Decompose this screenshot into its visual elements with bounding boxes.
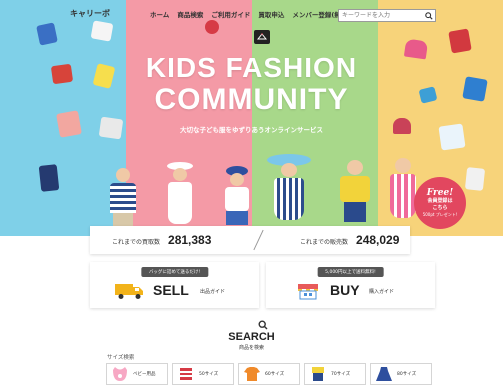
truck-icon [115, 284, 143, 299]
size-option-label: 50サイズ [199, 372, 219, 377]
buy-guide-button[interactable]: 5,000円以上で送料無料! BUY 購入ガイド [266, 262, 435, 308]
stat-purchase-value: 281,383 [168, 233, 212, 247]
child-illustration-2 [165, 162, 195, 228]
size-option-label: 60サイズ [265, 372, 285, 377]
child-illustration-5 [338, 160, 372, 228]
site-logo[interactable]: キャリーボ [70, 8, 110, 19]
hero-subtitle: 大切な子ども服をゆずりあうオンラインサービス [180, 126, 323, 134]
stat-purchase: これまでの買取数 281,383 [112, 233, 211, 247]
orange-shirt-icon [244, 367, 260, 381]
free-badge-line2: 会員登録は [427, 198, 453, 204]
buy-label: BUY [330, 282, 360, 298]
child-illustration-3 [222, 166, 252, 228]
stats-panel: これまでの買取数 281,383 これまでの販売数 248,029 [90, 226, 410, 254]
search-icon[interactable] [423, 10, 435, 21]
keyword-search-input[interactable] [339, 10, 423, 21]
clothing-illustration-10 [448, 28, 472, 54]
sell-note: バッグに詰めて送るだけ! [140, 267, 209, 277]
hero-banner: キャリーボ ホーム 商品検索 ご利用ガイド 買取申込 メンバー登録(無料) KI… [0, 0, 503, 236]
nav-link-product-search[interactable]: 商品検索 [177, 9, 203, 19]
sell-sub-label: 出品ガイド [200, 289, 226, 295]
size-option-70[interactable]: 70サイズ [304, 363, 366, 385]
free-badge-line3: こちら [432, 205, 448, 211]
nav-links: ホーム 商品検索 ご利用ガイド 買取申込 メンバー登録(無料) [150, 9, 350, 19]
clothing-illustration-15 [464, 167, 486, 191]
child-illustration-6 [388, 158, 418, 228]
keyword-search-box [338, 9, 436, 22]
size-option-label: 80サイズ [397, 372, 417, 377]
magnifier-icon [258, 320, 268, 330]
free-badge-line4: 500pt プレゼント! [422, 212, 458, 217]
top-navigation: キャリーボ ホーム 商品検索 ご利用ガイド 買取申込 メンバー登録(無料) [0, 0, 503, 26]
size-search-label: サイズ検索 [107, 355, 135, 361]
child-illustration-1 [108, 168, 138, 228]
stats-divider [253, 229, 264, 251]
bib-icon [113, 367, 127, 381]
hero-title-line1: KIDS FASHION [145, 52, 358, 83]
search-section-title: SEARCH [228, 331, 275, 343]
free-signup-badge[interactable]: Free! 会員登録は こちら 500pt プレゼント! [414, 177, 466, 229]
size-option-50[interactable]: 50サイズ [172, 363, 234, 385]
buy-note: 5,000円以上で送料無料! [317, 267, 384, 277]
size-option-label: ベビー用品 [133, 372, 156, 377]
shop-stall-icon [298, 284, 318, 300]
child-illustration-4 [266, 154, 312, 228]
stat-sales-label: これまでの販売数 [300, 239, 349, 246]
overalls-icon [312, 367, 324, 381]
buy-sub-label: 購入ガイド [369, 289, 395, 295]
size-options: ベビー用品 50サイズ 60サイズ 70サイズ 80サイズ [106, 363, 432, 385]
size-option-80[interactable]: 80サイズ [370, 363, 432, 385]
hero-title-line2: COMMUNITY [154, 83, 349, 116]
nav-link-purchase-request[interactable]: 買取申込 [258, 9, 284, 19]
size-option-label: 70サイズ [331, 372, 351, 377]
dress-icon [376, 367, 392, 381]
nav-link-guide[interactable]: ご利用ガイド [211, 9, 250, 19]
nav-link-home[interactable]: ホーム [150, 9, 169, 19]
stat-sales: これまでの販売数 248,029 [300, 233, 399, 247]
size-option-60[interactable]: 60サイズ [238, 363, 300, 385]
stat-purchase-label: これまでの買取数 [112, 239, 161, 246]
sell-label: SELL [153, 282, 189, 298]
search-section-subtitle: 商品を検索 [238, 345, 264, 351]
stat-sales-value: 248,029 [356, 233, 400, 247]
striped-romper-icon [180, 368, 192, 380]
hanger-logo-icon [254, 30, 270, 44]
sell-guide-button[interactable]: バッグに詰めて送るだけ! SELL 出品ガイド [90, 262, 259, 308]
clothing-illustration-7 [38, 164, 60, 192]
size-option-baby-goods[interactable]: ベビー用品 [106, 363, 168, 385]
free-badge-title: Free! [426, 188, 454, 198]
